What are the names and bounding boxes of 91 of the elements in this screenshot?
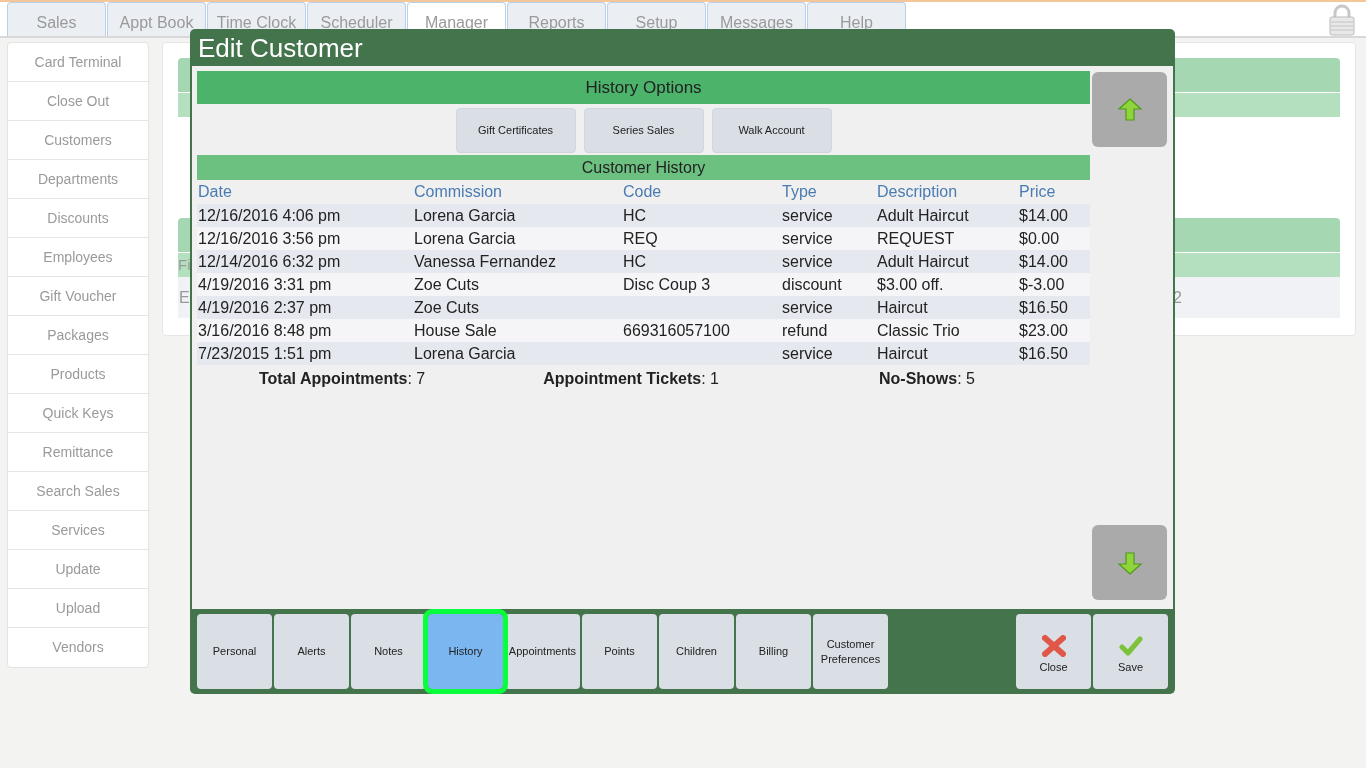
table-cell: 12/16/2016 4:06 pm: [198, 206, 341, 224]
sidebar-item[interactable]: Update: [8, 550, 148, 589]
sidebar-item[interactable]: Products: [8, 355, 148, 394]
subheader-text: Fi: [178, 254, 191, 275]
table-cell: Haircut: [877, 344, 928, 362]
table-cell: REQUEST: [877, 229, 955, 247]
table-cell: House Sale: [414, 321, 497, 339]
sidebar-item[interactable]: Departments: [8, 160, 148, 199]
sidebar-item[interactable]: Services: [8, 511, 148, 550]
sidebar-item[interactable]: Packages: [8, 316, 148, 355]
table-cell: Lorena Garcia: [414, 206, 516, 224]
table-cell: $-3.00: [1019, 275, 1065, 293]
row-text: E: [179, 287, 190, 308]
column-header: Code: [622, 182, 663, 202]
table-cell: $16.50: [1019, 298, 1068, 316]
action-button[interactable]: Save: [1093, 614, 1168, 689]
total-text: Total Appointments: 7: [259, 369, 426, 389]
table-cell: discount: [782, 275, 842, 293]
table-cell: $23.00: [1019, 321, 1068, 339]
action-button[interactable]: Close: [1016, 614, 1091, 689]
table-cell: 12/16/2016 3:56 pm: [198, 229, 341, 247]
tab-button[interactable]: Personal: [197, 614, 272, 689]
table-cell: 4/19/2016 2:37 pm: [198, 298, 332, 316]
down-arrow-icon: [1116, 549, 1143, 576]
sidebar-item[interactable]: Search Sales: [8, 472, 148, 511]
tab-button[interactable]: Points: [582, 614, 657, 689]
option-button[interactable]: Series Sales: [583, 108, 704, 153]
table-cell: refund: [782, 321, 828, 339]
sidebar-item[interactable]: Close Out: [8, 82, 148, 121]
scroll-down-button[interactable]: [1092, 525, 1167, 600]
lock-icon[interactable]: [1329, 4, 1355, 36]
nav-tab[interactable]: Appt Book: [107, 2, 206, 36]
column-header: Date: [197, 182, 233, 202]
column-header: Description: [876, 182, 959, 202]
sidebar-item[interactable]: Employees: [8, 238, 148, 277]
tab-button[interactable]: Customer Preferences: [813, 614, 888, 689]
sidebar-item[interactable]: Upload: [8, 589, 148, 628]
tab-button[interactable]: Billing: [736, 614, 811, 689]
table-cell: HC: [623, 206, 647, 224]
table-cell: 12/14/2016 6:32 pm: [198, 252, 341, 270]
table-cell: $3.00 off.: [877, 275, 944, 293]
table-cell: HC: [623, 252, 647, 270]
sidebar-item[interactable]: Remittance: [8, 433, 148, 472]
table-cell: Classic Trio: [877, 321, 960, 339]
column-header: Type: [781, 182, 818, 202]
table-cell: Lorena Garcia: [414, 229, 516, 247]
table-cell: 7/23/2015 1:51 pm: [198, 344, 332, 362]
table-cell: Lorena Garcia: [414, 344, 516, 362]
close-icon: [1041, 635, 1066, 658]
table-cell: 4/19/2016 3:31 pm: [198, 275, 332, 293]
table-cell: 3/16/2016 8:48 pm: [198, 321, 332, 339]
table-cell: $14.00: [1019, 206, 1068, 224]
column-header: Price: [1018, 182, 1057, 202]
table-cell: service: [782, 206, 833, 224]
table-cell: $16.50: [1019, 344, 1068, 362]
table-cell: service: [782, 229, 833, 247]
checkmark-icon: [1118, 635, 1143, 658]
total-text: No-Shows: 5: [879, 369, 975, 389]
scroll-up-button[interactable]: [1092, 72, 1167, 147]
total-text: Appointment Tickets: 1: [543, 369, 719, 389]
table-cell: service: [782, 252, 833, 270]
option-button[interactable]: Gift Certificates: [455, 108, 576, 153]
column-header: Commission: [413, 182, 503, 202]
table-cell: service: [782, 344, 833, 362]
nav-tab[interactable]: Sales: [7, 2, 106, 36]
sidebar-item[interactable]: Customers: [8, 121, 148, 160]
table-cell: 669316057100: [623, 321, 730, 339]
sidebar-item[interactable]: Discounts: [8, 199, 148, 238]
tab-button[interactable]: Notes: [351, 614, 426, 689]
sidebar-item[interactable]: Vendors: [8, 628, 148, 667]
section-title: Customer History: [581, 157, 706, 178]
sidebar-item[interactable]: Quick Keys: [8, 394, 148, 433]
option-button[interactable]: Walk Account: [711, 108, 832, 153]
tab-button[interactable]: Alerts: [274, 614, 349, 689]
table-cell: Adult Haircut: [877, 206, 969, 224]
section-title: History Options: [585, 76, 702, 99]
sidebar-item[interactable]: Gift Voucher: [8, 277, 148, 316]
table-cell: $0.00: [1019, 229, 1060, 247]
table-cell: Zoe Cuts: [414, 275, 479, 293]
tab-button[interactable]: Children: [659, 614, 734, 689]
table-cell: Zoe Cuts: [414, 298, 479, 316]
table-cell: $14.00: [1019, 252, 1068, 270]
table-cell: Adult Haircut: [877, 252, 969, 270]
table-cell: Haircut: [877, 298, 928, 316]
table-cell: REQ: [623, 229, 658, 247]
table-cell: Vanessa Fernandez: [414, 252, 556, 270]
up-arrow-icon: [1116, 96, 1143, 123]
tab-button[interactable]: Appointments: [505, 614, 580, 689]
table-cell: Disc Coup 3: [623, 275, 711, 293]
table-cell: service: [782, 298, 833, 316]
sidebar-item[interactable]: Card Terminal: [8, 43, 148, 82]
